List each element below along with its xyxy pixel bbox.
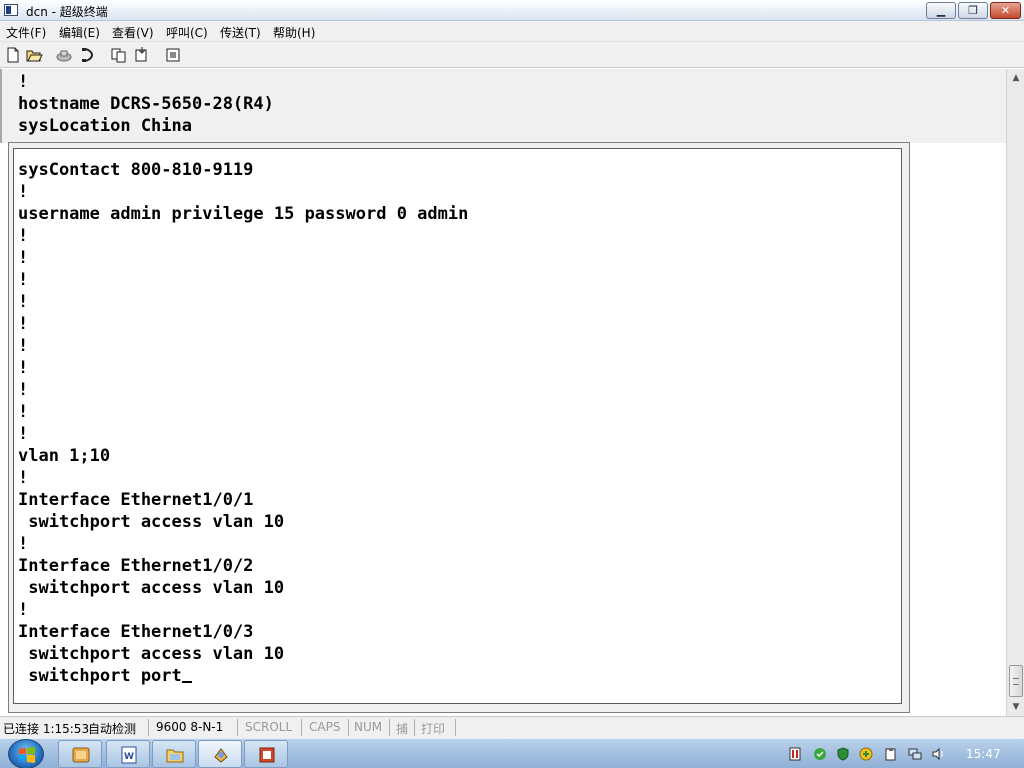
maximize-button[interactable]: ❐ — [958, 2, 988, 19]
send-icon[interactable] — [110, 46, 128, 64]
status-divider — [389, 719, 390, 736]
volume-tray-icon[interactable] — [931, 747, 945, 761]
network-tray-icon[interactable] — [788, 747, 802, 761]
security-tray-icon[interactable] — [813, 747, 827, 761]
scroll-thumb[interactable] — [1009, 665, 1023, 697]
status-divider — [148, 719, 149, 736]
terminal-line: Interface Ethernet1/0/1 — [18, 490, 254, 510]
vertical-scrollbar[interactable]: ▲ ▼ — [1006, 69, 1024, 716]
close-button[interactable]: ✕ — [990, 2, 1021, 19]
status-divider — [455, 719, 456, 736]
menu-bar: 文件(F) 编辑(E) 查看(V) 呼叫(C) 传送(T) 帮助(H) — [0, 21, 1024, 42]
terminal-line: ! — [18, 336, 29, 356]
terminal-line: ! — [18, 72, 29, 92]
status-scroll: SCROLL — [245, 720, 293, 734]
terminal-line-current: switchport port — [18, 665, 192, 687]
receive-icon[interactable] — [133, 46, 151, 64]
toolbar — [0, 42, 1024, 68]
app-icon[interactable] — [4, 4, 18, 16]
start-button[interactable] — [8, 739, 44, 768]
terminal-line: ! — [18, 424, 29, 444]
menu-edit[interactable]: 编辑(E) — [59, 24, 100, 41]
terminal-line: ! — [18, 292, 29, 312]
disconnect-icon[interactable] — [55, 46, 73, 64]
terminal-line: switchport port — [18, 666, 182, 686]
shield-tray-icon[interactable] — [836, 747, 850, 761]
explorer-app-icon[interactable] — [58, 740, 102, 768]
ime-tray-icon[interactable] — [859, 747, 873, 761]
terminal-line: ! — [18, 402, 29, 422]
menu-transfer[interactable]: 传送(T) — [220, 24, 261, 41]
svg-text:W: W — [124, 752, 134, 762]
network-status-tray-icon[interactable] — [908, 747, 922, 761]
terminal-line: ! — [18, 226, 29, 246]
status-capture: 捕 — [396, 722, 409, 736]
window-title: dcn - 超级终端 — [26, 5, 108, 19]
terminal-line: ! — [18, 468, 29, 488]
status-caps: CAPS — [309, 720, 341, 734]
status-print: 打印 — [421, 722, 446, 736]
clock[interactable]: 15:47 — [966, 747, 1001, 761]
terminal-line: sysLocation China — [18, 116, 192, 136]
menu-call[interactable]: 呼叫(C) — [166, 24, 208, 41]
status-divider — [301, 719, 302, 736]
clipboard-tray-icon[interactable] — [884, 747, 898, 761]
terminal-line: Interface Ethernet1/0/3 — [18, 622, 254, 642]
terminal-line: hostname DCRS-5650-28(R4) — [18, 94, 274, 114]
terminal-line: ! — [18, 600, 29, 620]
menu-view[interactable]: 查看(V) — [112, 24, 154, 41]
terminal-line: ! — [18, 534, 29, 554]
open-icon[interactable] — [25, 46, 43, 64]
terminal-line: ! — [18, 182, 29, 202]
terminal-line: ! — [18, 248, 29, 268]
status-divider — [348, 719, 349, 736]
status-detect: 自动检测 — [88, 722, 137, 736]
terminal-line: switchport access vlan 10 — [18, 644, 285, 664]
status-port: 9600 8-N-1 — [156, 720, 224, 734]
menu-help[interactable]: 帮助(H) — [273, 24, 315, 41]
word-app-icon[interactable]: W — [106, 740, 150, 768]
taskbar: W 15:47 — [0, 738, 1024, 768]
terminal-line: username admin privilege 15 password 0 a… — [18, 204, 469, 224]
terminal-line: ! — [18, 358, 29, 378]
phone-icon[interactable] — [79, 46, 97, 64]
terminal-line: sysContact 800-810-9119 — [18, 160, 254, 180]
hyperterminal-app-icon[interactable] — [198, 740, 242, 768]
properties-icon[interactable] — [164, 46, 182, 64]
status-connection: 已连接 1:15:53 — [3, 722, 90, 736]
scroll-up-icon[interactable]: ▲ — [1008, 70, 1024, 86]
windows-logo-icon — [19, 747, 35, 763]
minimize-button[interactable]: ▁ — [926, 2, 956, 19]
scroll-down-icon[interactable]: ▼ — [1008, 699, 1024, 715]
terminal-line: ! — [18, 380, 29, 400]
powerpoint-app-icon[interactable] — [244, 740, 288, 768]
status-divider — [237, 719, 238, 736]
title-bar: dcn - 超级终端 ▁ ❐ ✕ — [0, 0, 1024, 21]
new-icon[interactable] — [4, 46, 22, 64]
status-divider — [414, 719, 415, 736]
terminal-line: vlan 1;10 — [18, 446, 111, 466]
terminal-line: ! — [18, 314, 29, 334]
terminal-line: switchport access vlan 10 — [18, 578, 285, 598]
terminal-line: switchport access vlan 10 — [18, 512, 285, 532]
text-cursor — [181, 681, 192, 683]
folder-app-icon[interactable] — [152, 740, 196, 768]
menu-file[interactable]: 文件(F) — [6, 24, 46, 41]
terminal-line: ! — [18, 270, 29, 290]
status-bar: 已连接 1:15:53 自动检测 9600 8-N-1 SCROLL CAPS … — [0, 716, 1024, 738]
terminal-line: Interface Ethernet1/0/2 — [18, 556, 254, 576]
status-num: NUM — [354, 720, 383, 734]
